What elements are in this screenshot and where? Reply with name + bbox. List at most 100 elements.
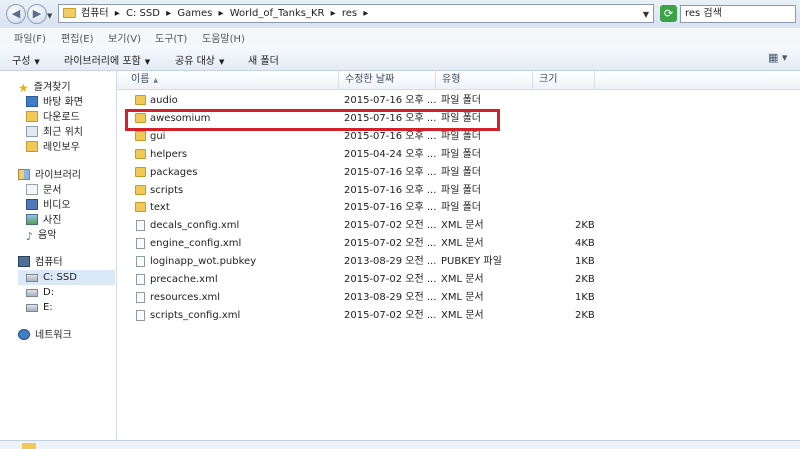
drive-icon xyxy=(26,289,38,297)
breadcrumb: 컴퓨터 ▸ C: SSD ▸ Games ▸ World_of_Tanks_KR… xyxy=(81,5,371,22)
file-row[interactable]: text 2015-07-16 오후 ... 파일 폴더 xyxy=(117,199,800,216)
nav-music[interactable]: ♪ 음악 xyxy=(26,228,56,243)
file-date: 2013-08-29 오전 ... xyxy=(344,291,437,303)
organize-button[interactable]: 구성 ▼ xyxy=(12,52,40,67)
music-icon: ♪ xyxy=(26,230,34,243)
search-placeholder: res 검색 xyxy=(685,8,722,19)
file-row[interactable]: resources.xml 2013-08-29 오전 ... XML 문서 1KB xyxy=(117,289,800,306)
file-date: 2015-07-16 오후 ... xyxy=(344,184,437,196)
address-field[interactable]: 컴퓨터 ▸ C: SSD ▸ Games ▸ World_of_Tanks_KR… xyxy=(58,4,654,23)
file-row[interactable]: loginapp_wot.pubkey 2013-08-29 오전 ... PUBK… xyxy=(117,253,800,270)
file-name: text xyxy=(150,202,170,214)
nav-drive-d[interactable]: D: xyxy=(26,285,54,300)
nav-network[interactable]: 네트워크 xyxy=(18,328,72,343)
xml-file-icon xyxy=(136,220,145,232)
column-headers: 이름 ▲ 수정한 날짜 유형 크기 xyxy=(117,71,800,90)
file-row[interactable]: helpers 2015-04-24 오후 ... 파일 폴더 xyxy=(117,146,800,163)
pictures-icon xyxy=(26,214,38,225)
file-type: 파일 폴더 xyxy=(441,166,481,178)
back-button[interactable]: ◀ xyxy=(6,4,26,24)
breadcrumb-separator[interactable]: ▸ xyxy=(363,8,368,19)
file-name: resources.xml xyxy=(150,291,221,303)
breadcrumb-item[interactable]: C: SSD xyxy=(126,8,160,19)
address-toolbar: ◀ ▶ ▼ 컴퓨터 ▸ C: SSD ▸ Games ▸ World_of_Ta… xyxy=(0,0,800,29)
view-options-icon[interactable]: ▦ ▾ xyxy=(768,51,787,64)
chevron-down-icon: ▼ xyxy=(34,58,40,66)
navigation-pane: ★ 즐겨찾기 바탕 화면 다운로드 최근 위치 레인보우 라이브러리 문서 비디오… xyxy=(0,71,117,443)
menu-view[interactable]: 보기(V) xyxy=(108,30,141,45)
nav-computer[interactable]: 컴퓨터 xyxy=(18,255,63,270)
file-type: XML 문서 xyxy=(441,220,484,232)
refresh-icon[interactable]: ⟳ xyxy=(660,5,677,22)
star-icon: ★ xyxy=(18,81,29,95)
folder-icon xyxy=(135,202,146,213)
column-header-name[interactable]: 이름 ▲ xyxy=(125,71,339,89)
breadcrumb-item[interactable]: 컴퓨터 xyxy=(81,8,109,19)
file-row[interactable]: audio 2015-07-16 오후 ... 파일 폴더 xyxy=(117,92,800,109)
breadcrumb-separator[interactable]: ▸ xyxy=(219,8,224,19)
menu-bar: 파일(F) 편집(E) 보기(V) 도구(T) 도움말(H) xyxy=(0,28,800,47)
nav-drive-e[interactable]: E: xyxy=(26,300,53,315)
forward-button[interactable]: ▶ xyxy=(27,4,47,24)
network-icon xyxy=(18,329,30,340)
file-row[interactable]: packages 2015-07-16 오후 ... 파일 폴더 xyxy=(117,164,800,181)
column-header-type[interactable]: 유형 xyxy=(436,71,533,89)
file-date: 2015-07-16 오후 ... xyxy=(344,95,437,106)
file-size: 1KB xyxy=(575,256,595,268)
folder-icon xyxy=(22,443,36,449)
file-date: 2015-07-16 오후 ... xyxy=(344,202,437,214)
command-bar: 구성 ▼ 라이브러리에 포함 ▼ 공유 대상 ▼ 새 폴더 ▦ ▾ xyxy=(0,46,800,71)
folder-icon xyxy=(26,141,38,152)
breadcrumb-item[interactable]: Games xyxy=(177,8,212,19)
nav-pictures[interactable]: 사진 xyxy=(26,213,61,228)
share-with-button[interactable]: 공유 대상 ▼ xyxy=(175,52,224,67)
chevron-down-icon[interactable]: ▼ xyxy=(643,10,649,19)
file-type: XML 문서 xyxy=(441,291,484,303)
file-date: 2015-07-02 오전 ... xyxy=(344,220,437,232)
column-header-date[interactable]: 수정한 날짜 xyxy=(339,71,436,89)
file-row[interactable]: precache.xml 2015-07-02 오전 ... XML 문서 2KB xyxy=(117,271,800,288)
nav-drive-c[interactable]: C: SSD xyxy=(18,270,115,285)
nav-documents[interactable]: 문서 xyxy=(26,183,61,198)
breadcrumb-separator[interactable]: ▸ xyxy=(166,8,171,19)
file-row[interactable]: scripts_config.xml 2015-07-02 오전 ... XML 문… xyxy=(117,307,800,324)
new-folder-button[interactable]: 새 폴더 xyxy=(248,52,279,67)
nav-rainbow[interactable]: 레인보우 xyxy=(26,140,80,155)
file-row[interactable]: scripts 2015-07-16 오후 ... 파일 폴더 xyxy=(117,182,800,199)
breadcrumb-separator[interactable]: ▸ xyxy=(331,8,336,19)
breadcrumb-separator[interactable]: ▸ xyxy=(115,8,120,19)
folder-icon xyxy=(135,166,146,177)
file-date: 2015-07-16 오후 ... xyxy=(344,166,437,178)
nav-favorites[interactable]: ★ 즐겨찾기 xyxy=(18,80,71,95)
file-type: 파일 폴더 xyxy=(441,184,481,196)
menu-edit[interactable]: 편집(E) xyxy=(61,30,94,45)
menu-help[interactable]: 도움말(H) xyxy=(202,30,245,45)
recent-pages-dropdown[interactable]: ▼ xyxy=(47,12,52,20)
nav-downloads[interactable]: 다운로드 xyxy=(26,110,80,125)
search-input[interactable]: res 검색 xyxy=(680,5,796,23)
file-name: scripts xyxy=(150,184,184,196)
downloads-icon xyxy=(26,111,38,122)
xml-file-icon xyxy=(136,309,145,321)
breadcrumb-item[interactable]: res xyxy=(342,8,357,19)
folder-icon xyxy=(63,8,76,18)
file-row[interactable]: engine_config.xml 2015-07-02 오전 ... XML 문서… xyxy=(117,235,800,252)
nav-desktop[interactable]: 바탕 화면 xyxy=(26,95,83,110)
nav-videos[interactable]: 비디오 xyxy=(26,198,71,213)
column-header-size[interactable]: 크기 xyxy=(533,71,595,89)
xml-file-icon xyxy=(136,238,145,250)
documents-icon xyxy=(26,184,38,195)
breadcrumb-item[interactable]: World_of_Tanks_KR xyxy=(230,8,325,19)
menu-file[interactable]: 파일(F) xyxy=(14,30,46,45)
nav-libraries[interactable]: 라이브러리 xyxy=(18,168,81,183)
sort-ascending-icon: ▲ xyxy=(153,77,159,84)
file-row[interactable]: decals_config.xml 2015-07-02 오전 ... XML 문서… xyxy=(117,217,800,234)
menu-tools[interactable]: 도구(T) xyxy=(155,30,187,45)
file-date: 2015-07-02 오전 ... xyxy=(344,238,437,250)
file-date: 2015-04-24 오후 ... xyxy=(344,148,437,160)
file-date: 2015-07-02 오전 ... xyxy=(344,309,437,321)
nav-recent[interactable]: 최근 위치 xyxy=(26,125,83,140)
include-library-button[interactable]: 라이브러리에 포함 ▼ xyxy=(64,52,150,67)
file-type: PUBKEY 파일 xyxy=(441,256,502,268)
file-icon xyxy=(136,256,145,268)
